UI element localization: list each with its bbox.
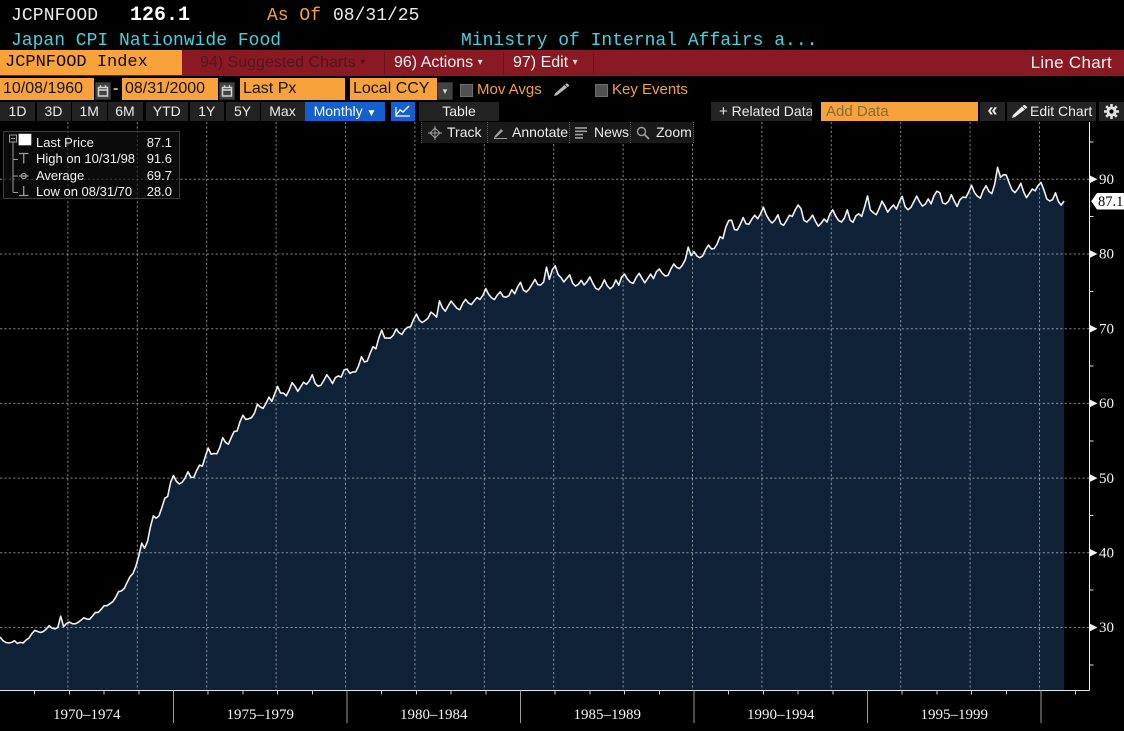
svg-text:30: 30 [1099,620,1114,636]
svg-text:1995–1999: 1995–1999 [921,707,989,723]
svg-text:1975–1979: 1975–1979 [226,707,294,723]
svg-text:80: 80 [1099,247,1114,263]
svg-text:60: 60 [1099,396,1114,412]
svg-text:90: 90 [1099,172,1114,188]
svg-text:40: 40 [1099,546,1114,562]
svg-text:70: 70 [1099,321,1114,337]
svg-text:1990–1994: 1990–1994 [747,707,815,723]
svg-text:1980–1984: 1980–1984 [400,707,468,723]
svg-text:1985–1989: 1985–1989 [573,707,641,723]
svg-text:1970–1974: 1970–1974 [53,707,121,723]
svg-text:87.1: 87.1 [1098,194,1123,210]
svg-text:50: 50 [1099,471,1114,487]
